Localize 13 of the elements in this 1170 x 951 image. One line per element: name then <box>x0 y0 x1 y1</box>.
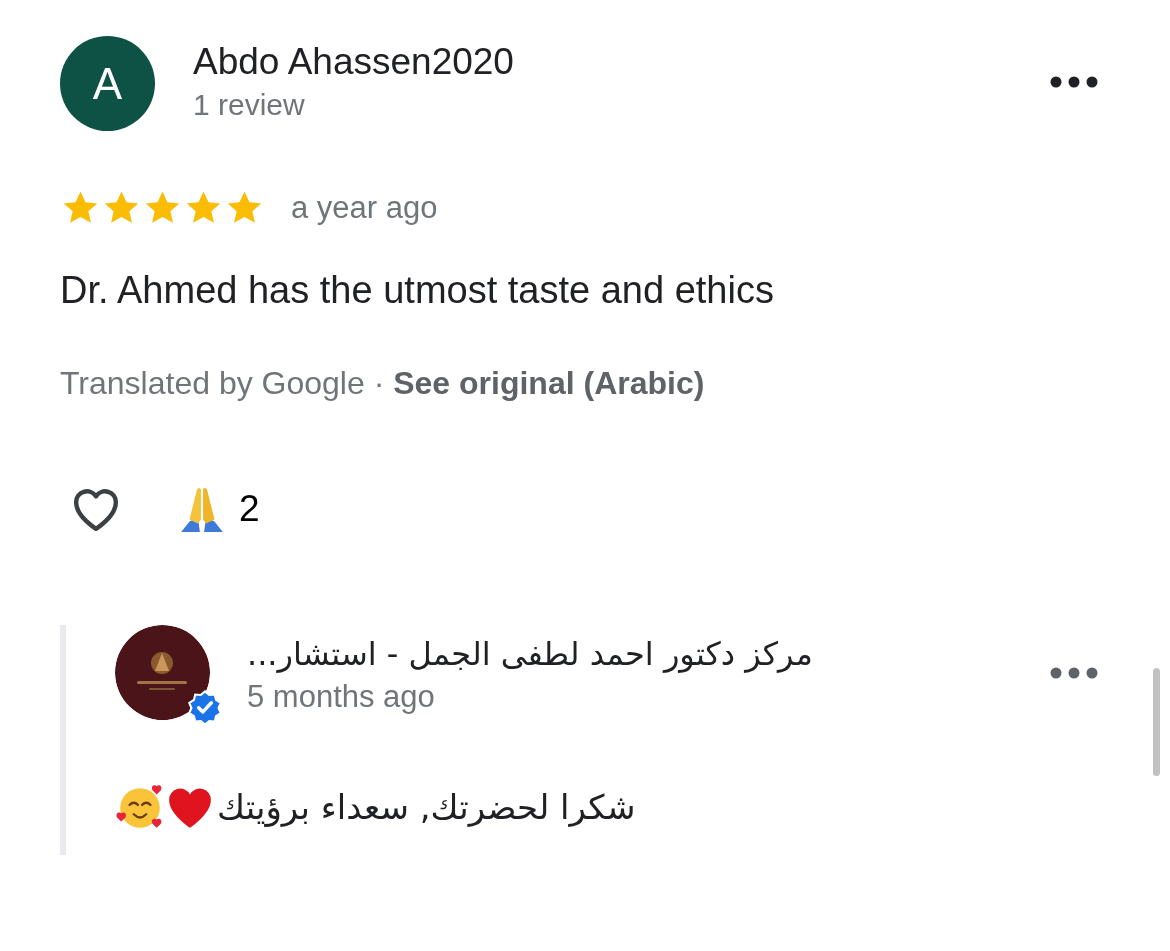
reaction-count: 2 <box>239 486 260 531</box>
review-text: Dr. Ahmed has the utmost taste and ethics <box>60 267 775 313</box>
translation-note: Translated by Google · See original (Arabic) <box>60 363 705 403</box>
review-time: a year ago <box>291 189 438 227</box>
more-options-icon[interactable] <box>1050 76 1098 88</box>
business-name[interactable]: مركز دكتور احمد لطفى الجمل - استشار... <box>247 630 813 677</box>
avatar: A <box>60 36 155 131</box>
more-options-icon[interactable] <box>1050 666 1098 679</box>
reviewer-meta: 1 review <box>193 87 306 123</box>
see-original-link[interactable]: See original (Arabic) <box>393 364 705 401</box>
reviewer-name[interactable]: Abdo Ahassen2020 <box>193 38 514 86</box>
reply-text: شكرا لحضرتك, سعداء برؤيتك <box>217 785 636 829</box>
reply-time: 5 months ago <box>247 677 436 716</box>
